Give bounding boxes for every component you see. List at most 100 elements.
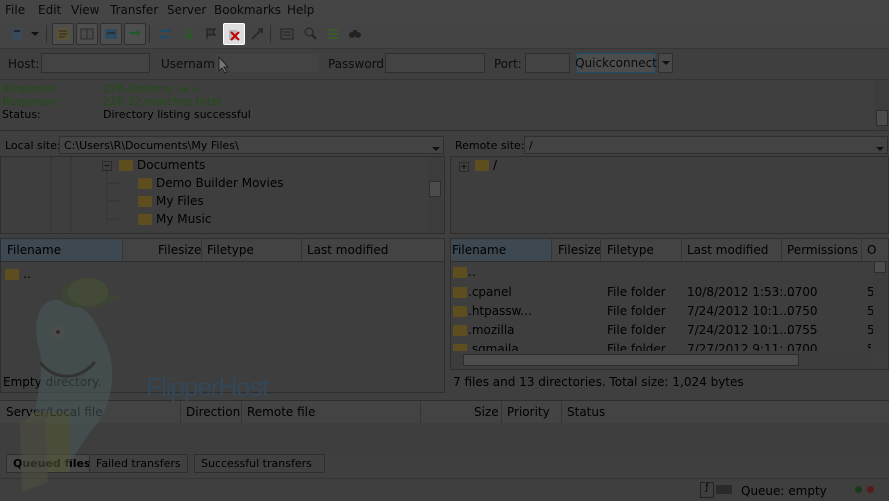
port-label: Port:: [494, 57, 522, 71]
table-row[interactable]: .mozilla File folder 7/24/2012 10:1... 0755…: [451, 321, 875, 340]
table-row[interactable]: .sqmaila... File folder 7/27/2012 9:11:...…: [451, 340, 871, 351]
remote-site-label: Remote site:: [455, 139, 525, 152]
column-remote-file[interactable]: Remote file: [247, 405, 315, 419]
table-row[interactable]: ..: [451, 263, 871, 282]
column-filesize[interactable]: Filesize: [158, 243, 201, 257]
refresh-icon[interactable]: [154, 23, 176, 45]
tree-item-my-music[interactable]: My Music: [138, 212, 211, 226]
remote-vertical-scrollbar[interactable]: [873, 261, 887, 353]
menu-bar: File Edit View Transfer Server Bookmarks…: [0, 0, 889, 21]
local-directory-tree: − Documents Demo Builder Movies My Files…: [0, 156, 445, 235]
file-modified: 10/8/2012 1:53:...: [687, 285, 795, 299]
log-value: 226-Options: -a -l: [103, 82, 200, 95]
file-type: File folder: [607, 323, 666, 337]
remote-file-list: Filename Filesize Filetype Last modified…: [450, 238, 889, 370]
local-column-header: Filename Filesize Filetype Last modified: [1, 239, 444, 262]
remote-horizontal-scrollbar[interactable]: [451, 353, 873, 367]
remote-tree-toggle-icon[interactable]: [100, 23, 122, 45]
site-manager-icon[interactable]: [6, 23, 28, 45]
tree-item-label: /: [493, 158, 498, 172]
cancel-icon[interactable]: [200, 23, 222, 45]
filter-icon[interactable]: [276, 23, 298, 45]
file-modified: 7/24/2012 10:1...: [687, 304, 791, 318]
log-scrollbar-thumb[interactable]: [876, 110, 888, 126]
local-tree-scrollbar[interactable]: [428, 157, 442, 233]
column-priority[interactable]: Priority: [507, 405, 550, 419]
username-input[interactable]: [215, 53, 319, 73]
remote-status-text: 7 files and 13 directories. Total size: …: [453, 375, 744, 389]
remote-hscroll-thumb[interactable]: [463, 354, 799, 366]
remote-site-bar: Remote site: /: [450, 134, 889, 156]
tree-item-root[interactable]: /: [475, 158, 497, 172]
search-icon[interactable]: [344, 23, 366, 45]
transfer-queue-toggle-icon[interactable]: [124, 23, 146, 45]
reconnect-icon[interactable]: [246, 23, 268, 45]
process-queue-icon[interactable]: [178, 23, 200, 45]
column-filesize[interactable]: Filesize: [558, 243, 601, 257]
file-owner: 5: [867, 342, 871, 351]
expand-icon[interactable]: +: [459, 162, 469, 172]
local-tree-toggle-icon[interactable]: [76, 23, 98, 45]
remote-vscroll-thumb[interactable]: [874, 261, 886, 273]
speed-limit-icon: [716, 485, 732, 494]
file-permissions: 0750: [787, 304, 818, 318]
folder-icon: [138, 196, 152, 207]
column-filetype[interactable]: Filetype: [607, 243, 654, 257]
disconnect-icon[interactable]: [223, 23, 245, 45]
dropdown-arrow-icon[interactable]: [28, 23, 42, 45]
file-name: .sqmaila...: [468, 342, 531, 351]
password-input[interactable]: [385, 53, 485, 73]
column-filename[interactable]: Filename: [7, 243, 61, 257]
tree-item-documents[interactable]: Documents: [119, 158, 205, 172]
menu-file[interactable]: File: [5, 3, 25, 17]
tab-successful-transfers[interactable]: Successful transfers: [194, 454, 325, 473]
log-scrollbar[interactable]: [875, 80, 889, 130]
local-path-dropdown-icon[interactable]: [432, 142, 440, 155]
quickconnect-button[interactable]: Quickconnect: [575, 53, 657, 73]
column-permissions[interactable]: Permissions: [787, 243, 858, 257]
quickconnect-dropdown-arrow-icon[interactable]: [658, 53, 673, 73]
file-name: .cpanel: [468, 285, 512, 299]
menu-edit[interactable]: Edit: [38, 3, 61, 17]
port-input[interactable]: [525, 53, 570, 73]
file-name: .htpassw...: [468, 304, 532, 318]
column-last-modified[interactable]: Last modified: [307, 243, 388, 257]
menu-transfer[interactable]: Transfer: [110, 3, 158, 17]
column-last-modified[interactable]: Last modified: [687, 243, 768, 257]
tree-item-label: Documents: [137, 158, 206, 172]
tree-item-label: Demo Builder Movies: [156, 176, 284, 190]
column-owner[interactable]: O: [867, 243, 876, 257]
lock-icon: ƒ: [700, 482, 714, 498]
toolbar: [0, 21, 889, 49]
file-name: ..: [468, 265, 476, 279]
file-modified: 7/27/2012 9:11:...: [687, 342, 795, 351]
local-site-label: Local site:: [5, 139, 61, 152]
sync-browse-icon[interactable]: [322, 23, 344, 45]
column-filetype[interactable]: Filetype: [207, 243, 254, 257]
flipperhost-watermark: FlipperHost: [146, 372, 269, 402]
table-row[interactable]: .cpanel File folder 10/8/2012 1:53:... 0700…: [451, 283, 875, 302]
collapse-icon[interactable]: −: [102, 161, 112, 171]
remote-path-input[interactable]: /: [524, 136, 888, 154]
local-site-bar: Local site: C:\Users\R\Documents\My File…: [0, 134, 445, 156]
column-filename[interactable]: Filename: [452, 243, 506, 257]
local-tree-scrollbar-thumb[interactable]: [429, 181, 441, 197]
message-log-toggle-icon[interactable]: [52, 23, 74, 45]
folder-icon: [453, 344, 467, 351]
tree-item-my-files[interactable]: My Files: [138, 194, 204, 208]
column-direction[interactable]: Direction: [186, 405, 240, 419]
menu-help[interactable]: Help: [287, 3, 314, 17]
column-size[interactable]: Size: [474, 405, 499, 419]
send-indicator-icon: [855, 486, 862, 493]
menu-server[interactable]: Server: [167, 3, 206, 17]
column-status[interactable]: Status: [567, 405, 605, 419]
tree-item-demo-builder-movies[interactable]: Demo Builder Movies: [138, 176, 284, 190]
compare-icon[interactable]: [300, 23, 322, 45]
local-path-input[interactable]: C:\Users\R\Documents\My Files\: [59, 136, 444, 154]
table-row[interactable]: .htpassw... File folder 7/24/2012 10:1... 0…: [451, 302, 875, 321]
file-type: File folder: [607, 285, 666, 299]
menu-bookmarks[interactable]: Bookmarks: [214, 3, 281, 17]
remote-path-dropdown-icon[interactable]: [876, 142, 884, 155]
host-input[interactable]: [41, 53, 150, 73]
menu-view[interactable]: View: [71, 3, 99, 17]
